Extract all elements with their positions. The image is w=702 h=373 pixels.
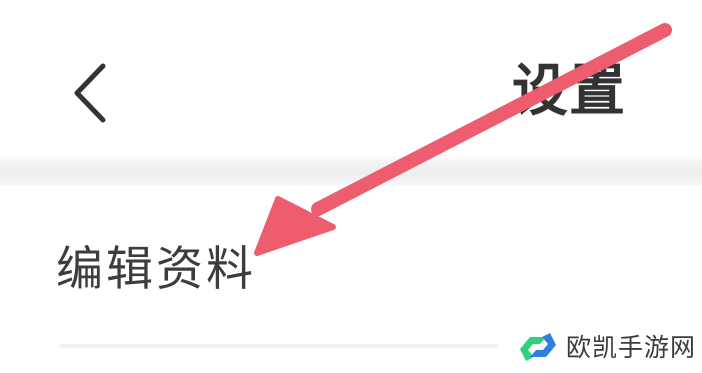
back-button[interactable]: [58, 52, 122, 132]
page-title: 设置: [512, 59, 626, 124]
watermark: 欧凯手游网: [498, 321, 702, 373]
watermark-logo-icon: [520, 333, 556, 361]
chevron-left-icon: [74, 63, 106, 123]
settings-item-edit-profile[interactable]: 编辑资料: [0, 186, 702, 338]
settings-screen: 设置 编辑资料 欧凯手游网: [0, 0, 702, 373]
section-divider: [0, 155, 702, 185]
watermark-text: 欧凯手游网: [566, 333, 697, 362]
settings-item-label: 编辑资料: [56, 242, 256, 297]
